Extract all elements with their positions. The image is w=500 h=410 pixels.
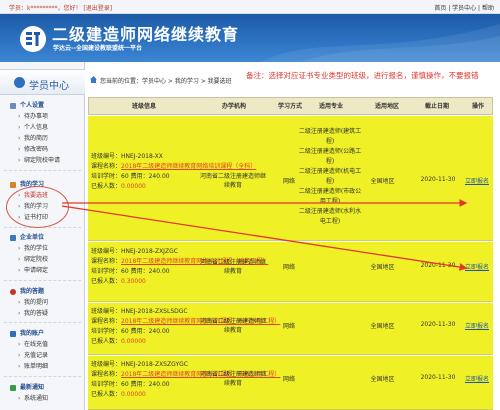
annotation-arrows: [61, 199, 468, 271]
arrow-to-second-enroll: [61, 205, 468, 271]
